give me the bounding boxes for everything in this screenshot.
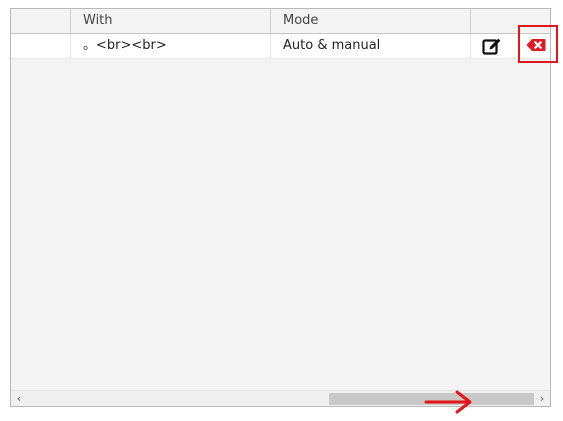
column-header-blank[interactable] — [11, 9, 71, 33]
table-header: With Mode — [11, 9, 550, 34]
row-cell-with: 。<br><br> — [71, 34, 271, 58]
row-cell-mode: Auto & manual — [271, 34, 471, 58]
scroll-right-arrow[interactable]: › — [534, 391, 550, 406]
edit-icon[interactable] — [482, 37, 502, 56]
column-header-with[interactable]: With — [71, 9, 271, 33]
annotation-arrow-icon — [424, 390, 472, 414]
data-grid: With Mode 。<br><br> Auto & manual ‹ › — [10, 8, 551, 407]
table-row[interactable]: 。<br><br> Auto & manual — [11, 34, 550, 59]
column-header-mode[interactable]: Mode — [271, 9, 471, 33]
scroll-left-arrow[interactable]: ‹ — [11, 391, 27, 406]
row-cell-blank — [11, 34, 71, 58]
annotation-highlight-box — [518, 25, 558, 63]
